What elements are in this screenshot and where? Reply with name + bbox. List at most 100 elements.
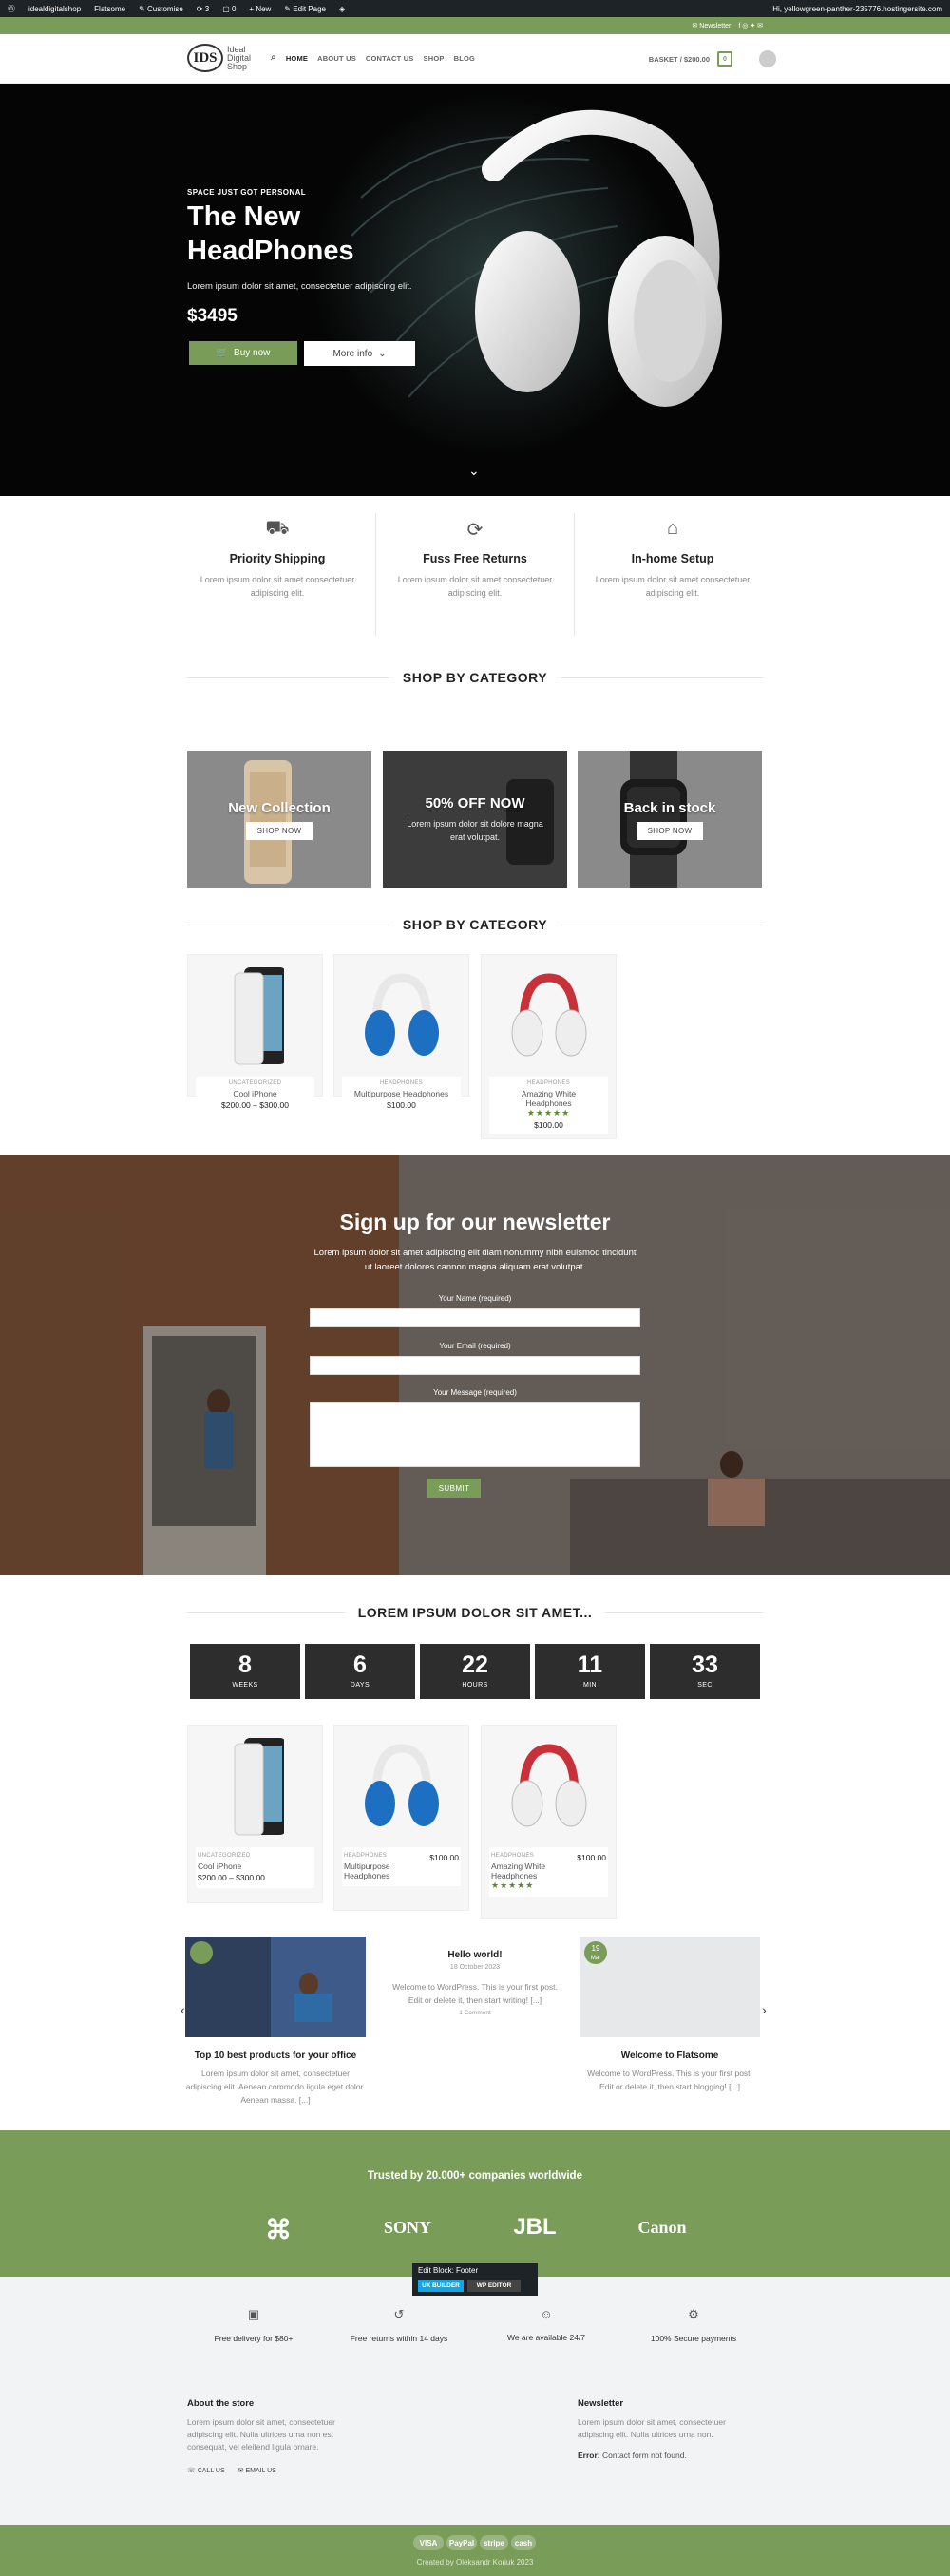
nav-about[interactable]: ABOUT US: [317, 54, 356, 63]
cash-icon: cash: [511, 2535, 536, 2550]
product-image: [334, 1726, 468, 1847]
product-name[interactable]: Multipurpose Headphones: [344, 1861, 410, 1880]
product-name[interactable]: Multipurpose Headphones: [342, 1089, 461, 1098]
product-name[interactable]: Amazing White Headphones: [511, 1089, 587, 1108]
product-card[interactable]: HEADPHONES Amazing White Headphones ★★★★…: [481, 1725, 617, 1919]
email-us-link[interactable]: ✉ EMAIL US: [238, 2467, 276, 2474]
countdown-heading: LOREM IPSUM DOLOR SIT AMET...: [187, 1603, 764, 1622]
scroll-down-icon[interactable]: ⌄: [468, 463, 480, 479]
cart-icon[interactable]: 0: [717, 51, 732, 67]
shop-now-button[interactable]: SHOP NOW: [245, 821, 314, 840]
box-icon: ▣: [247, 2307, 260, 2321]
slider-next-icon[interactable]: ›: [762, 2002, 767, 2017]
divider: [375, 513, 376, 637]
post-title[interactable]: Top 10 best products for your office: [185, 2051, 366, 2061]
product-card[interactable]: UNCATEGORIZED Cool iPhone $200.00 – $300…: [187, 954, 323, 1114]
banner-back-in-stock[interactable]: Back in stock SHOP NOW: [578, 751, 762, 888]
post-image: [185, 1937, 366, 2037]
copyright-text: Created by Oleksandr Koriuk 2023: [416, 2558, 534, 2566]
section-heading: SHOP BY CATEGORY: [187, 668, 763, 687]
canon-logo: Canon: [637, 2218, 687, 2237]
message-textarea[interactable]: [310, 1402, 640, 1467]
feature-shipping: ⛟ Priority Shipping Lorem ipsum dolor si…: [182, 518, 372, 600]
logo-mark: IDS: [187, 44, 223, 72]
hero-price: $3495: [187, 306, 238, 326]
name-input[interactable]: [310, 1308, 640, 1327]
wp-editor-button[interactable]: WP EDITOR: [467, 2280, 521, 2292]
rating-stars: ★★★★★: [491, 1880, 535, 1890]
product-price: $200.00 – $300.00: [221, 1100, 289, 1110]
trust-section: [0, 2130, 950, 2277]
hero-section: ⌄: [0, 84, 950, 496]
submit-button[interactable]: SUBMIT: [428, 1479, 481, 1498]
home-icon: ⌂: [666, 518, 679, 539]
blog-post-card[interactable]: Top 10 best products for your office Lor…: [185, 1937, 366, 2107]
feature-returns: ⟳ Fuss Free Returns Lorem ipsum dolor si…: [380, 518, 570, 600]
basket-link[interactable]: BASKET / $200.00: [649, 55, 710, 64]
admin-updates[interactable]: ⟳ 3: [197, 5, 209, 13]
account-icon[interactable]: [759, 50, 776, 67]
edit-block-popup: Edit Block: Footer UX BUILDER WP EDITOR: [412, 2263, 538, 2296]
banner-50-off[interactable]: 50% OFF NOW Lorem ipsum dolor sit dolore…: [383, 751, 567, 888]
nav-home[interactable]: HOME: [286, 54, 308, 63]
call-us-link[interactable]: ☏ CALL US: [187, 2467, 225, 2474]
admin-customise-link[interactable]: ✎ Customise: [139, 5, 183, 13]
site-logo[interactable]: IDS Ideal Digital Shop: [187, 44, 251, 72]
social-icons[interactable]: f ◎ ✦ ✉: [738, 22, 763, 29]
newsletter-link[interactable]: ✉ Newsletter: [692, 22, 731, 29]
product-image: [188, 1726, 322, 1847]
admin-new-link[interactable]: + New: [249, 5, 271, 13]
product-card[interactable]: HEADPHONES Multipurpose Headphones $100.…: [333, 954, 469, 1114]
post-excerpt: Welcome to WordPress. This is your first…: [587, 2069, 752, 2091]
product-name[interactable]: Amazing White Headphones: [491, 1861, 558, 1880]
paypal-icon: PayPal: [446, 2535, 477, 2550]
return-icon: ↺: [393, 2307, 405, 2321]
search-icon[interactable]: ⌕: [271, 52, 276, 63]
footer-about: About the store Lorem ipsum dolor sit am…: [187, 2398, 335, 2474]
rating-stars: ★★★★★: [526, 1108, 571, 1117]
product-card[interactable]: UNCATEGORIZED Cool iPhone $200.00 – $300…: [187, 1725, 323, 1903]
section-heading: SHOP BY CATEGORY: [187, 915, 763, 934]
admin-ux-icon[interactable]: ◈: [339, 5, 345, 13]
refresh-icon: ⟳: [466, 520, 484, 541]
visa-icon: VISA: [413, 2535, 444, 2550]
copyright-bar: [0, 2525, 950, 2576]
jbl-logo: JBL: [513, 2214, 557, 2240]
sony-logo: SONY: [383, 2218, 431, 2237]
nav-blog[interactable]: BLOG: [454, 54, 475, 63]
admin-site-link[interactable]: idealdigitalshop: [28, 5, 81, 13]
admin-edit-page-link[interactable]: ✎ Edit Page: [284, 5, 326, 13]
shop-now-button[interactable]: SHOP NOW: [636, 821, 704, 840]
post-title[interactable]: Hello world!: [385, 1950, 565, 1960]
product-card[interactable]: HEADPHONES Amazing White Headphones ★★★★…: [481, 954, 617, 1139]
admin-comments[interactable]: ▢ 0: [222, 5, 236, 13]
nav-contact[interactable]: CONTACT US: [366, 54, 414, 63]
buy-now-button[interactable]: 🛒 Buy now: [189, 341, 297, 365]
nav-shop[interactable]: SHOP: [424, 54, 445, 63]
admin-greeting[interactable]: Hi, yellowgreen-panther-235776.hostinger…: [772, 5, 942, 13]
chevron-down-icon: ⌄: [378, 348, 387, 359]
product-name[interactable]: Cool iPhone: [196, 1089, 314, 1098]
ux-builder-button[interactable]: UX BUILDER: [418, 2280, 464, 2292]
post-excerpt: Lorem ipsum dolor sit amet, consectetuer…: [185, 2069, 366, 2105]
site-header: IDS Ideal Digital Shop ⌕ HOME ABOUT US C…: [0, 34, 950, 84]
post-title[interactable]: Welcome to Flatsome: [580, 2051, 760, 2061]
countdown-minutes: 11 MIN: [535, 1644, 645, 1699]
hero-title: The New HeadPhones: [187, 201, 354, 266]
secure-icon: ⚙: [688, 2307, 699, 2321]
admin-flatsome-link[interactable]: Flatsome: [94, 5, 125, 13]
more-info-button[interactable]: More info ⌄: [304, 341, 415, 366]
banner-new-collection[interactable]: New Collection SHOP NOW: [187, 751, 371, 888]
phone-image: [244, 760, 292, 884]
hero-eyebrow: SPACE JUST GOT PERSONAL: [187, 188, 307, 197]
slider-prev-icon[interactable]: ‹: [180, 2002, 185, 2017]
wordpress-icon[interactable]: ⓪: [8, 4, 15, 14]
main-nav: ⌕ HOME ABOUT US CONTACT US SHOP BLOG: [271, 52, 475, 63]
post-comments[interactable]: 1 Comment: [385, 2010, 565, 2016]
email-input[interactable]: [310, 1356, 640, 1375]
product-price: $100.00: [577, 1853, 606, 1862]
product-card[interactable]: HEADPHONES Multipurpose Headphones $100.…: [333, 1725, 469, 1911]
blog-post-card[interactable]: Hello world! 18 October 2023 Welcome to …: [385, 1937, 565, 2016]
product-name[interactable]: Cool iPhone: [198, 1861, 313, 1871]
blog-post-card[interactable]: 19 Mar Welcome to Flatsome Welcome to Wor…: [580, 1937, 760, 2093]
